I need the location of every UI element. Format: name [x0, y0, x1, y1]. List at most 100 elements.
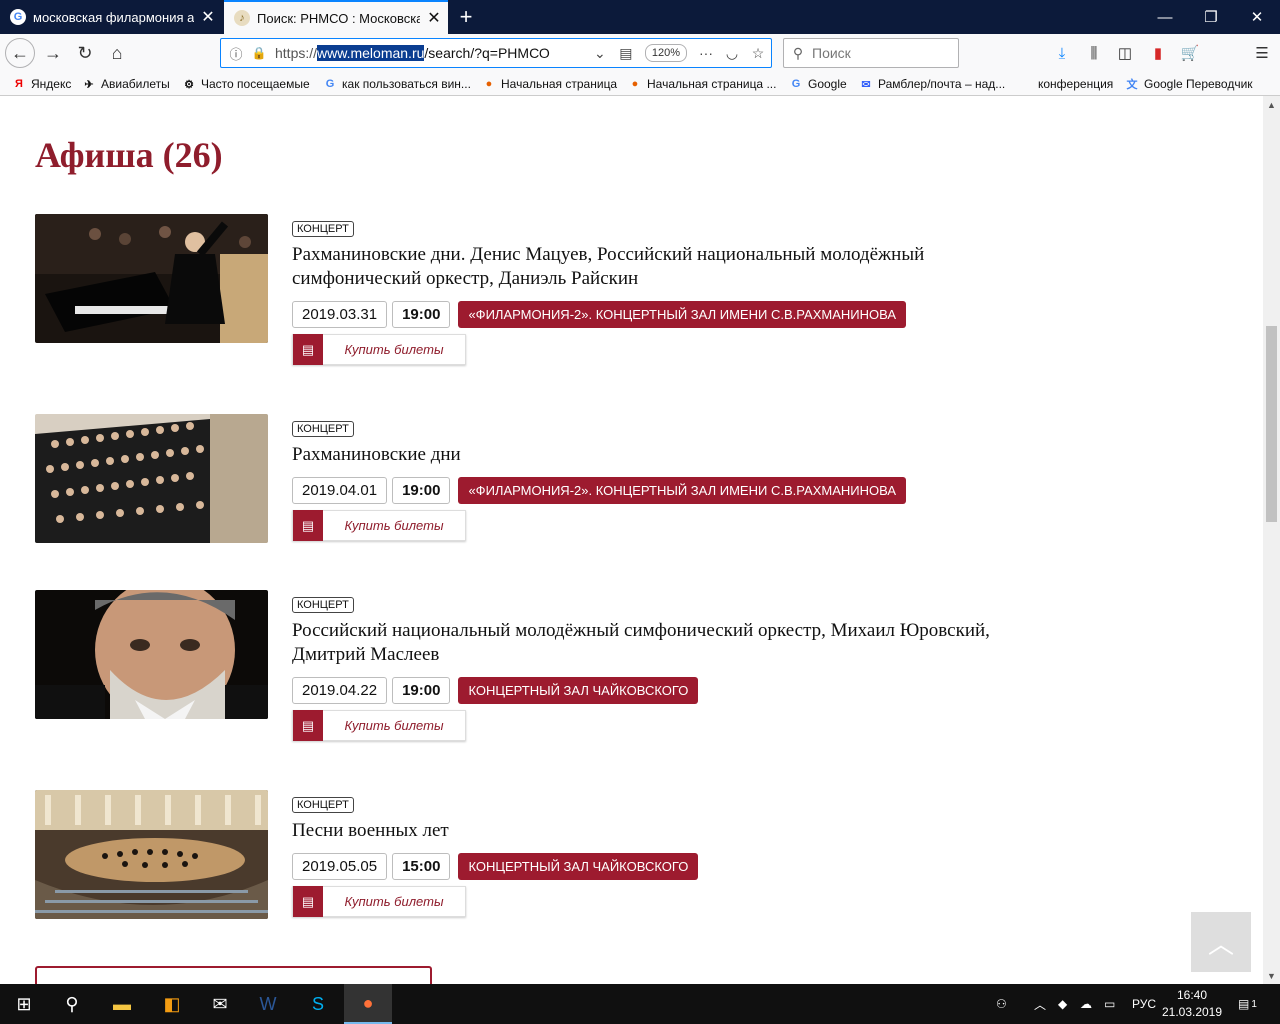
- venue-badge[interactable]: Концертный зал Чайковского: [458, 853, 699, 880]
- close-window-icon[interactable]: ✕: [1234, 0, 1280, 34]
- category-badge[interactable]: КОНЦЕРТ: [292, 797, 354, 813]
- reader-view-icon[interactable]: ▤: [613, 45, 639, 62]
- onedrive-icon[interactable]: ☁: [1080, 984, 1092, 1024]
- event-photo-concert-hall[interactable]: [35, 790, 268, 919]
- bookmark-google-translate[interactable]: 文 Google Переводчик: [1125, 75, 1253, 93]
- people-icon[interactable]: ⚇: [996, 984, 1007, 1024]
- bookmark-label: Начальная страница ...: [647, 77, 777, 91]
- mail-icon: ✉: [861, 78, 871, 91]
- scrollbar-thumb[interactable]: [1266, 326, 1277, 522]
- url-scheme: https://: [275, 45, 318, 61]
- sidebar-icon[interactable]: ◫: [1112, 41, 1138, 65]
- network-icon[interactable]: ▭: [1104, 984, 1115, 1024]
- bookmark-windows-howto[interactable]: Gкак пользоваться вин...: [323, 75, 471, 93]
- url-text[interactable]: https://www.meloman.ru/search/?q=РНМСО: [275, 45, 587, 61]
- vertical-scrollbar[interactable]: ▲ ▼: [1263, 96, 1280, 984]
- dropbox-icon[interactable]: ◆: [1058, 984, 1067, 1024]
- event-photo-orchestra[interactable]: [35, 414, 268, 543]
- address-bar[interactable]: ⓘ 🔒 https://www.meloman.ru/search/?q=РНМ…: [220, 38, 772, 68]
- library-icon[interactable]: ⫼: [1081, 41, 1107, 65]
- event-title-link[interactable]: Рахманиновские дни: [292, 443, 992, 467]
- philharmonic-logo-icon: ♪: [234, 10, 250, 26]
- buy-tickets-button[interactable]: ▤ Купить билеты: [292, 510, 466, 541]
- chevron-down-icon[interactable]: ⌄: [587, 45, 613, 62]
- downloads-icon[interactable]: ⤓: [1049, 41, 1075, 65]
- show-all-results-button[interactable]: [35, 966, 432, 984]
- more-actions-icon[interactable]: ···: [693, 45, 719, 61]
- scroll-up-icon[interactable]: ▲: [1263, 96, 1280, 113]
- bookmark-yandex[interactable]: Я Яндекс: [12, 75, 71, 93]
- bookmark-start-page-2[interactable]: ● Начальная страница ...: [628, 75, 777, 93]
- zoom-level-badge[interactable]: 120%: [644, 44, 687, 62]
- forward-button[interactable]: →: [38, 38, 68, 68]
- mail-icon[interactable]: ✉: [196, 984, 244, 1024]
- yandex-icon: Я: [15, 78, 23, 90]
- event-meta: 2019.05.05 15:00 Концертный зал Чайковск…: [292, 853, 992, 880]
- bookmark-start-page-1[interactable]: ● Начальная страница: [482, 75, 617, 93]
- skype-icon[interactable]: S: [294, 984, 342, 1024]
- bookmark-star-icon[interactable]: ☆: [745, 45, 771, 62]
- bookmark-conference[interactable]: конференция: [1038, 75, 1113, 93]
- bookmark-label: Рамблер/почта – над...: [878, 77, 1006, 91]
- cart-icon[interactable]: 🛒: [1177, 41, 1203, 65]
- ticket-icon: ▤: [293, 710, 323, 741]
- reload-button[interactable]: ↻: [70, 38, 100, 68]
- bookmark-aviabilety[interactable]: ✈ Авиабилеты: [82, 75, 169, 93]
- event-time: 19:00: [392, 301, 451, 328]
- url-domain: www.meloman.ru: [317, 45, 425, 61]
- tab-search-google[interactable]: G московская филармония афиша ✕: [0, 0, 222, 34]
- event-title-link[interactable]: Рахманиновские дни. Денис Мацуев, Россий…: [292, 243, 992, 291]
- bookmark-google[interactable]: G Google: [789, 75, 847, 93]
- lock-icon: 🔒: [251, 46, 267, 60]
- category-badge[interactable]: КОНЦЕРТ: [292, 421, 354, 437]
- word-icon[interactable]: W: [244, 984, 292, 1024]
- buy-tickets-button[interactable]: ▤ Купить билеты: [292, 710, 466, 741]
- translate-icon: 文: [1126, 79, 1138, 91]
- notifications-icon[interactable]: ▤ 1: [1238, 984, 1257, 1024]
- close-tab-icon[interactable]: ✕: [194, 7, 222, 27]
- new-tab-button[interactable]: +: [452, 0, 480, 34]
- chevron-up-icon[interactable]: ︿: [1034, 984, 1046, 1024]
- buy-tickets-label: Купить билеты: [344, 342, 444, 357]
- file-explorer-icon[interactable]: ▬: [98, 984, 146, 1024]
- search-input[interactable]: ⚲ Поиск: [783, 38, 959, 68]
- minimize-icon[interactable]: —: [1142, 0, 1188, 34]
- buy-tickets-button[interactable]: ▤ Купить билеты: [292, 886, 466, 917]
- category-badge[interactable]: КОНЦЕРТ: [292, 597, 354, 613]
- bookmark-rambler-mail[interactable]: ✉ Рамблер/почта – над...: [859, 75, 1005, 93]
- scroll-to-top-button[interactable]: ︿: [1191, 912, 1251, 972]
- venue-badge[interactable]: Концертный зал Чайковского: [458, 677, 699, 704]
- menu-icon[interactable]: ☰: [1249, 41, 1275, 65]
- back-button[interactable]: ←: [5, 38, 35, 68]
- event-meta: 2019.04.22 19:00 Концертный зал Чайковск…: [292, 677, 992, 704]
- search-icon[interactable]: ⚲: [48, 984, 96, 1024]
- bookmark-most-visited[interactable]: ⚙ Часто посещаемые: [182, 75, 310, 93]
- pdf-app-icon[interactable]: ◧: [148, 984, 196, 1024]
- windows-start-icon[interactable]: ⊞: [0, 984, 48, 1024]
- event-photo-conductor[interactable]: [35, 590, 268, 719]
- venue-badge[interactable]: «Филармония-2». Концертный зал имени С.В…: [458, 301, 907, 328]
- scroll-down-icon[interactable]: ▼: [1263, 967, 1280, 984]
- tab-strip: G московская филармония афиша ✕ ♪ Поиск:…: [0, 0, 1280, 34]
- system-clock[interactable]: 16:40 21.03.2019: [1160, 987, 1224, 1021]
- home-button[interactable]: ⌂: [102, 38, 132, 68]
- event-photo-pianist[interactable]: [35, 214, 268, 343]
- event-info: КОНЦЕРТ Российский национальный молодёжн…: [292, 595, 992, 741]
- tab-meloman-search[interactable]: ♪ Поиск: РНМСО : Московская филармония ✕: [224, 0, 448, 34]
- pocket-icon[interactable]: ◡: [719, 45, 745, 62]
- language-indicator[interactable]: РУС: [1132, 984, 1156, 1024]
- buy-tickets-label: Купить билеты: [344, 718, 444, 733]
- venue-badge[interactable]: «Филармония-2». Концертный зал имени С.В…: [458, 477, 907, 504]
- notification-count: 1: [1251, 998, 1257, 1010]
- firefox-icon[interactable]: ●: [344, 984, 392, 1024]
- event-title-link[interactable]: Российский национальный молодёжный симфо…: [292, 619, 992, 667]
- tab-title: Поиск: РНМСО : Московская филармония: [257, 10, 420, 26]
- event-title-link[interactable]: Песни военных лет: [292, 819, 992, 843]
- buy-tickets-button[interactable]: ▤ Купить билеты: [292, 334, 466, 365]
- restore-icon[interactable]: ❐: [1188, 0, 1234, 34]
- ticket-icon: ▤: [293, 886, 323, 917]
- close-tab-icon[interactable]: ✕: [420, 8, 448, 28]
- category-badge[interactable]: КОНЦЕРТ: [292, 221, 354, 237]
- extension-flag-icon[interactable]: ▮: [1145, 41, 1171, 65]
- site-info-icon[interactable]: ⓘ: [221, 44, 251, 63]
